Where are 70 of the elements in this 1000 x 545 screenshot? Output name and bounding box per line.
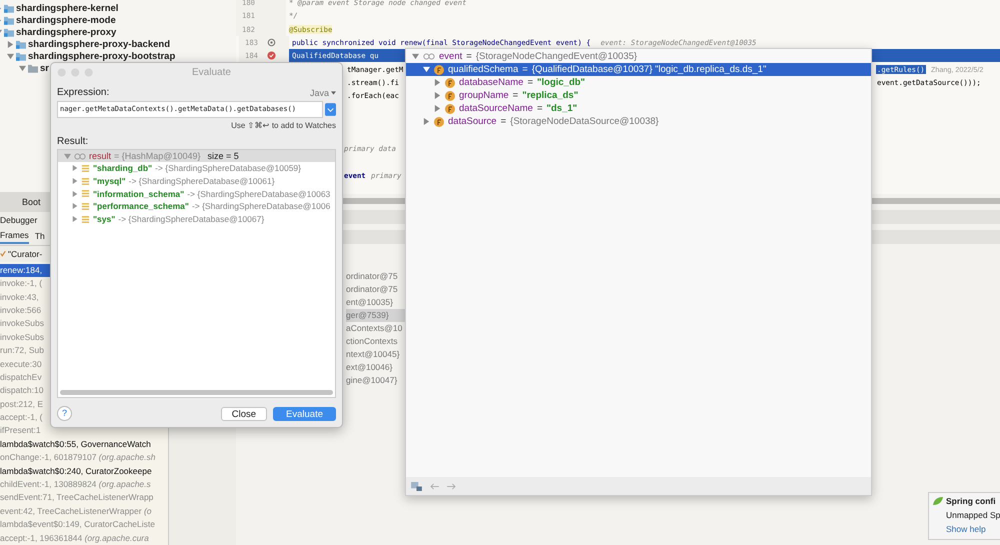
- expression-label: Expression:: [57, 87, 110, 98]
- thread-selector[interactable]: "Curator-: [8, 248, 42, 259]
- breakpoint-icon[interactable]: [267, 51, 276, 60]
- check-icon: [0, 250, 6, 258]
- map-value: -> {ShardingSphereDatabase@10067}: [118, 214, 264, 224]
- variable-tree-row[interactable]: qualifiedSchema = {QualifiedDatabase@10037} "logic_db.replica_ds.ds_1": [406, 63, 871, 76]
- override-marker-icon[interactable]: [267, 38, 276, 48]
- variable-tree-row[interactable]: groupName = "replica_ds": [406, 89, 871, 102]
- navigate-icon[interactable]: [411, 482, 422, 490]
- map-entry-icon: [81, 176, 90, 186]
- variable-tree-row[interactable]: dataSource = {StorageNodeDataSource@10038}: [406, 115, 871, 128]
- help-button[interactable]: ?: [57, 406, 72, 421]
- map-value: -> {ShardingSphereDatabase@10059}: [155, 163, 301, 174]
- variable-tree-row[interactable]: dataSourceName = "ds_1": [406, 102, 871, 115]
- map-key: "performance_schema": [93, 201, 189, 212]
- field-icon: [434, 64, 444, 74]
- module-folder-icon: [4, 28, 14, 36]
- dialog-title: Evaluate: [192, 66, 231, 78]
- map-key: "sharding_db": [93, 163, 152, 174]
- tool-window-title: Debugger: [0, 214, 38, 225]
- module-folder-icon: [16, 40, 26, 48]
- map-value: -> {ShardingSphereDatabase@10061}: [128, 176, 275, 186]
- module-label[interactable]: shardingsphere-proxy-bootstrap: [28, 50, 176, 62]
- module-label[interactable]: shardingsphere-kernel: [16, 2, 118, 14]
- stack-frame[interactable]: lambda$watch$0:240, CuratorZookeepe: [0, 464, 168, 478]
- forward-arrow-icon[interactable]: [447, 482, 456, 490]
- close-button[interactable]: Close: [220, 406, 268, 420]
- result-value: = {HashMap@10049}: [114, 151, 200, 161]
- stack-frame[interactable]: lambda$watch$0:55, GovernanceWatch: [0, 438, 168, 452]
- folder-icon: [28, 64, 38, 72]
- watch-hint: Use ⇧⌘↩ to add to Watches: [231, 121, 336, 130]
- module-folder-icon: [4, 4, 14, 12]
- module-label[interactable]: sr: [40, 62, 49, 74]
- field-icon: [445, 90, 455, 100]
- result-label: Result:: [57, 136, 88, 147]
- map-key: "information_schema": [93, 188, 184, 199]
- map-key: "mysql": [93, 176, 126, 186]
- variable-tree-row[interactable]: event = {StorageNodeChangedEvent@10035}: [406, 50, 871, 63]
- module-label[interactable]: shardingsphere-proxy: [16, 26, 116, 38]
- panel-tab[interactable]: Frames: [0, 228, 29, 244]
- map-value: -> {ShardingSphereDatabase@10063: [187, 188, 330, 199]
- module-label[interactable]: shardingsphere-mode: [16, 14, 116, 26]
- field-icon: [434, 116, 444, 126]
- map-key: "sys": [93, 214, 116, 224]
- infinity-icon: [423, 53, 435, 60]
- back-arrow-icon[interactable]: [430, 482, 439, 490]
- scrollbar[interactable]: [60, 390, 333, 395]
- module-folder-icon: [4, 16, 14, 24]
- module-folder-icon: [16, 52, 26, 60]
- map-entry-icon: [81, 202, 90, 211]
- run-tab[interactable]: Boot: [22, 196, 41, 207]
- panel-tab[interactable]: Th: [34, 229, 45, 244]
- map-entry-icon: [81, 214, 90, 224]
- variable-tree-row[interactable]: databaseName = "logic_db": [406, 76, 871, 89]
- field-icon: [445, 78, 455, 88]
- map-entry-icon: [81, 189, 90, 198]
- notification-text: Unmapped Sp: [946, 510, 1000, 520]
- map-entry-icon: [81, 164, 90, 173]
- language-dropdown[interactable]: Java: [310, 87, 336, 98]
- leaf-icon: [933, 497, 943, 505]
- module-label[interactable]: shardingsphere-proxy-backend: [28, 38, 170, 50]
- map-value: -> {ShardingSphereDatabase@1006: [192, 201, 330, 212]
- caret-icon[interactable]: [331, 90, 336, 94]
- field-icon: [445, 104, 455, 114]
- result-size: size = 5: [207, 151, 239, 161]
- notification-title: Spring confi: [946, 496, 996, 506]
- result-name: result: [89, 151, 112, 161]
- show-help-link[interactable]: Show help: [946, 524, 986, 534]
- infinity-icon: [74, 152, 86, 160]
- history-dropdown-icon[interactable]: [325, 103, 336, 116]
